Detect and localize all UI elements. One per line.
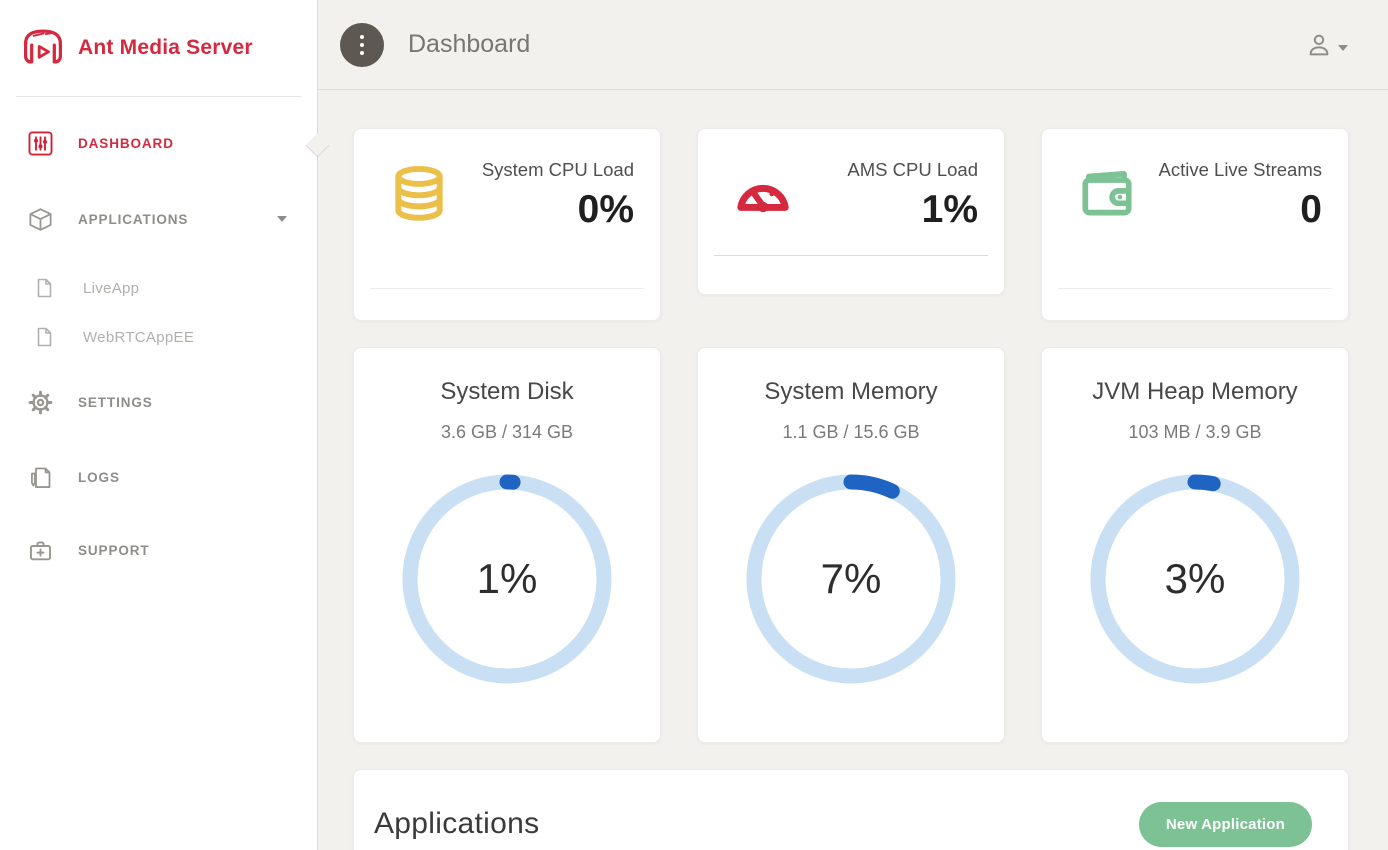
- brand-link[interactable]: Ant Media Server: [16, 0, 301, 97]
- sidebar-item-support[interactable]: SUPPORT: [0, 526, 317, 574]
- page-title: Dashboard: [408, 30, 530, 59]
- stat-text: Active Live Streams 0: [1138, 157, 1324, 320]
- dashboard-sliders-icon: [27, 130, 54, 157]
- donut-chart: 7%: [741, 469, 961, 689]
- kebab-menu-icon[interactable]: [340, 23, 384, 67]
- sidebar-item-liveapp[interactable]: LiveApp: [0, 266, 317, 310]
- package-icon: [27, 206, 54, 233]
- sidebar-item-applications[interactable]: APPLICATIONS: [0, 195, 317, 243]
- stat-value: 0: [1138, 188, 1322, 232]
- sidebar-item-label: DASHBOARD: [78, 136, 174, 151]
- brand-name: Ant Media Server: [78, 36, 253, 60]
- applications-title: Applications: [374, 807, 539, 841]
- gear-icon: [27, 389, 54, 416]
- wallet-icon: [1076, 163, 1138, 225]
- gauge-card-jvm-heap: JVM Heap Memory 103 MB / 3.9 GB 3%: [1041, 347, 1349, 743]
- applications-section: Applications New Application: [353, 769, 1349, 850]
- gauge-percent: 7%: [741, 469, 961, 689]
- gauge-percent: 3%: [1085, 469, 1305, 689]
- file-icon: [30, 324, 57, 351]
- gauge-title: JVM Heap Memory: [1042, 378, 1348, 406]
- stat-label: AMS CPU Load: [808, 157, 978, 184]
- stat-label: System CPU Load: [464, 157, 634, 184]
- gauge-percent: 1%: [397, 469, 617, 689]
- donut-chart: 1%: [397, 469, 617, 689]
- stat-text: AMS CPU Load 1%: [794, 157, 980, 294]
- dashboard-content: System CPU Load 0% AMS CPU Load 1%: [318, 90, 1388, 850]
- gauge-title: System Disk: [354, 378, 660, 406]
- sidebar-item-label: LiveApp: [83, 280, 139, 297]
- new-application-button[interactable]: New Application: [1139, 802, 1312, 847]
- stat-value: 0%: [450, 188, 634, 232]
- sidebar-item-label: APPLICATIONS: [78, 212, 188, 227]
- stat-value: 1%: [794, 188, 978, 232]
- topbar: Dashboard: [318, 0, 1388, 90]
- chevron-down-icon: [1338, 45, 1348, 51]
- gauge-card-system-disk: System Disk 3.6 GB / 314 GB 1%: [353, 347, 661, 743]
- sidebar-item-settings[interactable]: SETTINGS: [0, 378, 317, 426]
- sidebar-item-label: SUPPORT: [78, 543, 150, 558]
- gauge-icon: [732, 163, 794, 225]
- gauge-detail: 103 MB / 3.9 GB: [1042, 422, 1348, 443]
- main-area: Dashboard System CPU Load: [318, 0, 1388, 850]
- user-menu[interactable]: [1305, 31, 1348, 59]
- stat-label: Active Live Streams: [1152, 157, 1322, 184]
- sidebar: Ant Media Server DASHBOARD: [0, 0, 318, 850]
- stat-card-active-streams: Active Live Streams 0: [1041, 128, 1349, 321]
- sidebar-item-dashboard[interactable]: DASHBOARD: [0, 119, 317, 167]
- donut-chart: 3%: [1085, 469, 1305, 689]
- gauge-detail: 3.6 GB / 314 GB: [354, 422, 660, 443]
- brand: Ant Media Server: [0, 0, 317, 97]
- stat-card-ams-cpu: AMS CPU Load 1%: [697, 128, 1005, 295]
- stat-card-system-cpu: System CPU Load 0%: [353, 128, 661, 321]
- divider: [370, 288, 644, 289]
- gauges-row: System Disk 3.6 GB / 314 GB 1% System Me…: [353, 347, 1349, 743]
- sidebar-nav: DASHBOARD APPLICATIONS LiveApp: [0, 97, 317, 574]
- database-icon: [388, 163, 450, 225]
- log-file-icon: [27, 464, 54, 491]
- gauge-title: System Memory: [698, 378, 1004, 406]
- sidebar-item-webrtcappee[interactable]: WebRTCAppEE: [0, 315, 317, 359]
- sidebar-item-label: SETTINGS: [78, 395, 153, 410]
- sidebar-item-label: LOGS: [78, 470, 120, 485]
- divider: [1058, 288, 1332, 289]
- chevron-down-icon[interactable]: [277, 216, 287, 222]
- stat-text: System CPU Load 0%: [450, 157, 636, 320]
- file-icon: [30, 275, 57, 302]
- gauge-detail: 1.1 GB / 15.6 GB: [698, 422, 1004, 443]
- sidebar-item-logs[interactable]: LOGS: [0, 453, 317, 501]
- sidebar-item-label: WebRTCAppEE: [83, 329, 194, 346]
- ant-media-logo-icon: [18, 25, 68, 71]
- user-icon: [1305, 31, 1333, 59]
- gauge-card-system-memory: System Memory 1.1 GB / 15.6 GB 7%: [697, 347, 1005, 743]
- stats-row: System CPU Load 0% AMS CPU Load 1%: [353, 128, 1349, 321]
- first-aid-kit-icon: [27, 537, 54, 564]
- divider: [714, 255, 988, 256]
